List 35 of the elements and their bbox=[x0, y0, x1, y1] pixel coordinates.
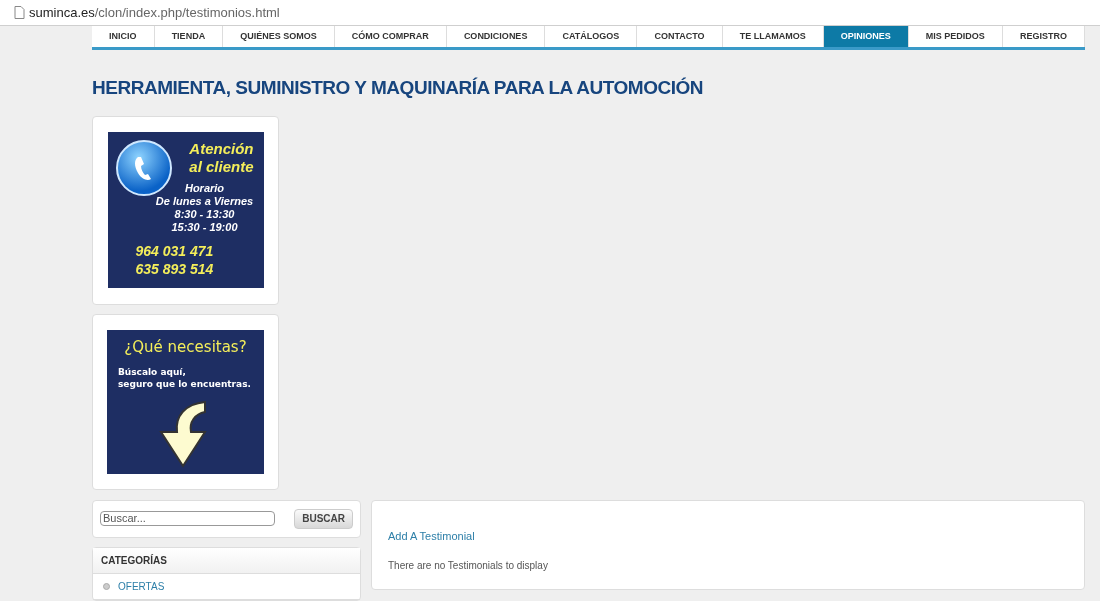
search-button[interactable]: BUSCAR bbox=[294, 508, 353, 529]
banner-heading: al cliente bbox=[189, 158, 254, 176]
nav-tab[interactable]: REGISTRO bbox=[1002, 26, 1085, 47]
add-testimonial-link[interactable]: Add A Testimonial bbox=[388, 527, 1084, 544]
site-title: HERRAMIENTA, SUMINISTRO Y MAQUINARÍA PARA LA AUTOMOCIÓN bbox=[92, 76, 705, 100]
nav-tab[interactable]: OPINIONES bbox=[823, 26, 909, 47]
nav-tab[interactable]: CATÁLOGOS bbox=[545, 26, 638, 47]
categories-header: CATEGORÍAS bbox=[93, 547, 360, 574]
page-icon bbox=[14, 6, 25, 19]
nav-tab[interactable]: CÓMO COMPRAR bbox=[334, 26, 447, 47]
nav-tab[interactable]: CONTACTO bbox=[637, 26, 723, 47]
url-text: suminca.es/clon/index.php/testimonios.html bbox=[29, 3, 280, 22]
search-help-banner[interactable]: ¿Qué necesitas? Búscalo aquí, seguro que lo encuentras. bbox=[107, 329, 264, 474]
nav-tab[interactable]: MIS PEDIDOS bbox=[908, 26, 1003, 47]
banner-text: Búscalo aquí, bbox=[118, 366, 187, 378]
nav-tab[interactable]: QUIÉNES SOMOS bbox=[223, 26, 335, 47]
hours-text: De lunes a Viernes bbox=[154, 195, 255, 208]
bullet-icon bbox=[103, 582, 110, 590]
banner-heading: Atención bbox=[189, 140, 254, 158]
phone-number: 964 031 471 bbox=[135, 242, 214, 260]
banner-heading: ¿Qué necesitas? bbox=[123, 336, 248, 358]
hours-text: Horario bbox=[183, 182, 226, 195]
search-field[interactable]: Buscar... bbox=[100, 511, 276, 526]
nav-tab[interactable]: INICIO bbox=[92, 26, 155, 47]
nav-tab[interactable]: TIENDA bbox=[154, 26, 224, 47]
nav-tab[interactable]: CONDICIONES bbox=[446, 26, 546, 47]
banner-text: seguro que lo encuentras. bbox=[118, 378, 252, 390]
hours-text: 15:30 - 19:00 bbox=[170, 221, 239, 234]
phone-number: 635 893 514 bbox=[135, 260, 214, 278]
customer-service-banner[interactable]: Atención al cliente Horario De lunes a Viernes 8:30 - 13:30 15:30 - 19:00 964 031 471 635 893 514 bbox=[107, 132, 264, 288]
nav-tab[interactable]: TE LLAMAMOS bbox=[722, 26, 824, 47]
category-link[interactable]: OFERTAS bbox=[118, 578, 165, 594]
empty-message: There are no Testimonials to display bbox=[388, 559, 549, 573]
hours-text: 8:30 - 13:30 bbox=[173, 208, 236, 221]
address-bar[interactable]: suminca.es/clon/index.php/testimonios.html bbox=[0, 0, 1100, 26]
